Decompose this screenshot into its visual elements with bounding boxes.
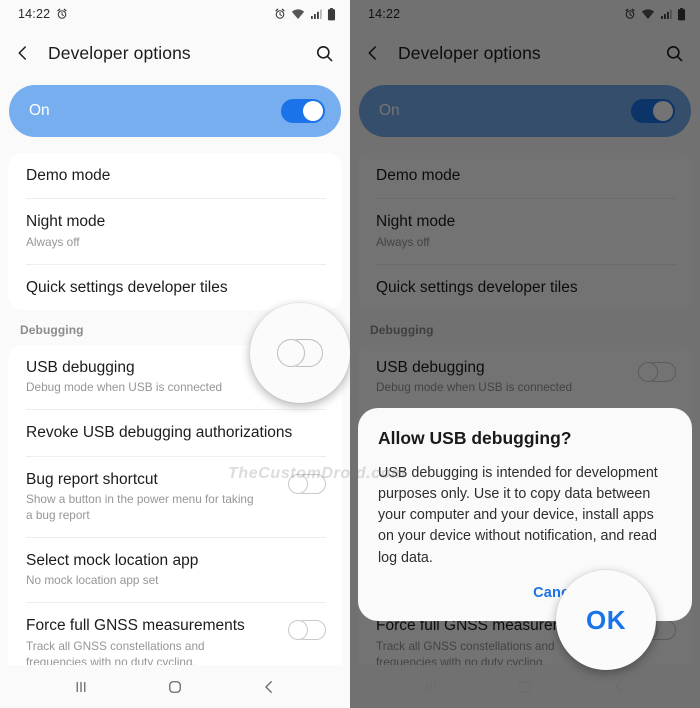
list-item-demo-mode[interactable]: Demo mode <box>8 153 342 198</box>
list-item-revoke-usb-debugging-authorizations[interactable]: Revoke USB debugging authorizations <box>8 410 342 455</box>
developer-options-master-toggle[interactable]: On <box>359 85 691 137</box>
home-button[interactable] <box>155 667 195 707</box>
list-item-title: Night mode <box>376 213 456 231</box>
navigation-bar <box>350 665 700 708</box>
force-full-gnss-switch[interactable] <box>288 620 326 641</box>
ok-button-magnified[interactable]: OK <box>586 605 626 636</box>
list-item-subtitle: No mock location app set <box>26 573 159 588</box>
alarm-icon <box>625 8 635 19</box>
back-nav-button[interactable] <box>249 667 289 707</box>
back-nav-button[interactable] <box>599 667 639 707</box>
general-settings-card: Demo mode Night mode Always off Quick se… <box>8 153 342 311</box>
list-item-subtitle: Always off <box>376 234 430 249</box>
section-header-debugging: Debugging <box>370 323 434 338</box>
list-item-title: Demo mode <box>26 167 111 184</box>
search-button[interactable] <box>308 44 334 63</box>
battery-icon <box>677 7 686 20</box>
list-item-demo-mode[interactable]: Demo mode <box>358 153 692 198</box>
search-button[interactable] <box>658 44 684 63</box>
status-bar-right <box>624 7 686 21</box>
list-item-select-mock-location-app[interactable]: Select mock location app No mock locatio… <box>8 538 342 602</box>
bug-report-shortcut-switch[interactable] <box>288 473 326 494</box>
app-bar: Developer options <box>350 28 700 78</box>
master-switch[interactable] <box>281 99 325 123</box>
list-item-title: Select mock location app <box>26 551 199 569</box>
list-item-title: Demo mode <box>376 167 461 184</box>
list-item-title: Revoke USB debugging authorizations <box>26 424 293 442</box>
list-item-bug-report-shortcut[interactable]: Bug report shortcut Show a button in the… <box>8 457 342 537</box>
page-title: Developer options <box>398 42 541 63</box>
status-bar-left: 14:22 <box>18 7 68 21</box>
list-item-title: Bug report shortcut <box>26 470 158 488</box>
dialog-title: Allow USB debugging? <box>378 428 572 448</box>
home-button[interactable] <box>505 667 545 707</box>
list-item-quick-settings-developer-tiles[interactable]: Quick settings developer tiles <box>358 265 692 310</box>
recents-icon <box>76 681 86 692</box>
list-item-title: Quick settings developer tiles <box>26 278 228 296</box>
list-item-subtitle: Debug mode when USB is connected <box>26 380 223 395</box>
list-item-title: Night mode <box>26 213 106 231</box>
back-chevron-icon <box>615 680 622 693</box>
status-time: 14:22 <box>18 7 51 21</box>
list-item-force-full-gnss-measurements[interactable]: Force full GNSS measurements Track all G… <box>8 603 342 665</box>
list-item-night-mode[interactable]: Night mode Always off <box>358 199 692 263</box>
status-bar: 14:22 <box>0 0 350 28</box>
home-icon <box>169 680 181 693</box>
dialog-body: USB debugging is intended for developmen… <box>378 465 658 566</box>
dual-screenshot-composite: 14:22 Developer options On Demo mode Nig… <box>0 0 700 708</box>
phone-screen-left: 14:22 Developer options On Demo mode Nig… <box>0 0 350 708</box>
recents-icon <box>426 681 436 692</box>
navigation-bar <box>0 665 350 708</box>
list-item-subtitle: Track all GNSS constellations and freque… <box>26 638 205 665</box>
list-item-title: Force full GNSS measurements <box>26 617 245 635</box>
general-settings-card: Demo mode Night mode Always off Quick se… <box>358 153 692 311</box>
status-time: 14:22 <box>368 7 401 21</box>
list-item-subtitle: Show a button in the power menu for taki… <box>26 492 254 523</box>
developer-options-master-toggle[interactable]: On <box>9 85 341 137</box>
alarm-icon <box>57 8 67 19</box>
signal-icon <box>661 9 672 19</box>
home-icon <box>519 680 531 693</box>
search-icon <box>316 45 333 61</box>
chevron-left-icon <box>368 46 376 60</box>
usb-debugging-switch[interactable] <box>638 362 676 383</box>
page-title: Developer options <box>48 42 191 63</box>
search-icon <box>666 45 683 61</box>
app-bar: Developer options <box>0 28 350 78</box>
master-toggle-label: On <box>29 102 50 119</box>
alarm-icon <box>275 8 285 19</box>
list-item-usb-debugging[interactable]: USB debugging Debug mode when USB is con… <box>358 345 692 409</box>
list-item-title: USB debugging <box>26 359 135 377</box>
list-item-subtitle: Always off <box>26 234 80 249</box>
battery-icon <box>327 7 336 20</box>
chevron-left-icon <box>18 46 26 60</box>
status-bar-left: 14:22 <box>368 7 400 21</box>
wifi-icon <box>641 9 655 19</box>
back-chevron-icon <box>265 680 272 693</box>
list-item-title: Quick settings developer tiles <box>376 278 578 296</box>
list-item-subtitle: Debug mode when USB is connected <box>376 380 573 395</box>
recents-button[interactable] <box>61 667 101 707</box>
spotlight-dialog-ok-button: OK <box>556 570 656 670</box>
phone-screen-right: 14:22 Developer options On Demo mode Nig… <box>350 0 700 708</box>
back-button[interactable] <box>364 44 390 62</box>
status-bar: 14:22 <box>350 0 700 28</box>
master-toggle-label: On <box>379 102 400 119</box>
wifi-icon <box>291 9 305 19</box>
master-switch[interactable] <box>631 99 675 123</box>
recents-button[interactable] <box>411 667 451 707</box>
signal-icon <box>311 9 322 19</box>
list-item-title: USB debugging <box>376 359 485 377</box>
list-item-night-mode[interactable]: Night mode Always off <box>8 199 342 263</box>
status-bar-right <box>274 7 336 21</box>
spotlight-usb-debugging-switch <box>250 303 350 403</box>
usb-debugging-switch-magnified[interactable] <box>277 339 323 367</box>
back-button[interactable] <box>14 44 40 62</box>
